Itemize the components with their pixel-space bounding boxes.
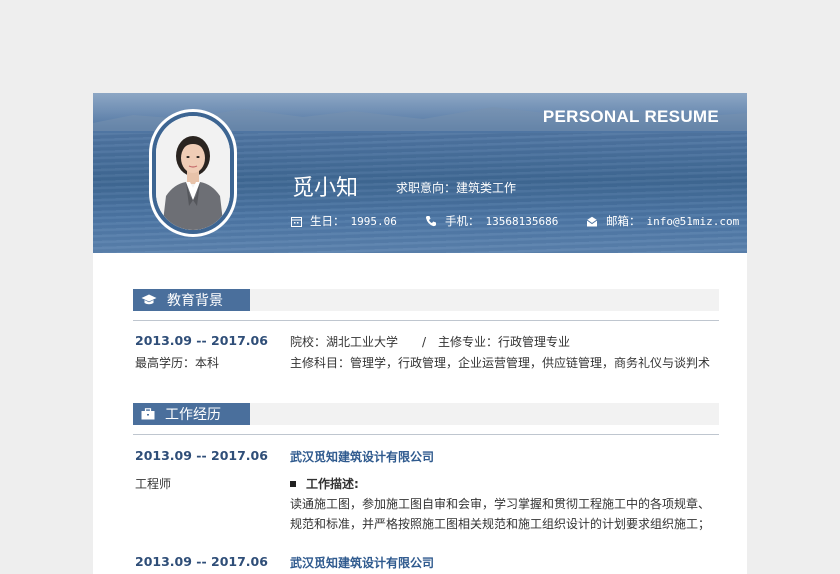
candidate-name: 觅小知 [292,176,359,201]
work-entry-1-desc-line-2: 规范和标准，并严格按照施工图相关规范和施工组织设计的计划要求组织施工； [290,517,711,531]
profile-photo-frame [149,109,237,237]
phone-info: 手机： 13568135686 [425,213,558,229]
work-divider [133,434,719,435]
work-title: 工作经历 [165,407,221,423]
birthday-info: 生日： 1995.06 [291,213,397,229]
work-entry-1-desc-line-1: 读通施工图，参加施工图自审和会审，学习掌握和贯彻工程施工中的各项规章、 [290,497,711,511]
work-entry-1-company: 武汉觅知建筑设计有限公司 [290,450,435,464]
work-entry-1-desc-heading: 工作描述: [290,475,359,492]
job-objective: 求职意向：建筑类工作 [396,181,517,195]
birthday-value: 1995.06 [350,214,397,228]
graduation-cap-icon [141,294,157,305]
briefcase-icon [141,408,155,420]
education-section-header: 教育背景 [133,289,719,311]
avatar-portrait-icon [156,116,230,230]
resume-title: PERSONAL RESUME [542,107,719,126]
work-entry-2-company: 武汉觅知建筑设计有限公司 [290,556,435,570]
education-date: 2013.09 -- 2017.06 [135,333,268,348]
education-section-label: 教育背景 [133,289,250,311]
education-degree: 最高学历：本科 [135,356,220,370]
work-entry-2-date: 2013.09 -- 2017.06 [135,554,268,569]
phone-label: 手机： [445,214,480,228]
birthday-label: 生日： [310,214,345,228]
header-banner: PERSONAL RESUME 觅小知 求职意向：建筑类工作 生日： 1995.… [93,93,747,253]
education-school: 院校：湖北工业大学 / 主修专业：行政管理专业 [290,335,571,349]
work-section-header: 工作经历 [133,403,719,425]
education-divider [133,320,719,321]
email-label: 邮箱： [606,214,641,228]
calendar-icon [291,216,302,227]
email-value: info@51miz.com [646,214,740,228]
profile-photo [156,116,230,230]
education-courses: 主修科目：管理学，行政管理，企业运营管理，供应链管理，商务礼仪与谈判术 [290,356,711,370]
work-entry-1-date: 2013.09 -- 2017.06 [135,448,268,463]
work-section-label: 工作经历 [133,403,250,425]
phone-value: 13568135686 [485,214,559,228]
work-entry-1-desc-title: 工作描述: [306,477,359,491]
mail-icon [586,216,598,226]
bullet-square-icon [290,480,296,487]
resume-page: PERSONAL RESUME 觅小知 求职意向：建筑类工作 生日： 1995.… [93,93,747,574]
education-title: 教育背景 [167,293,223,309]
work-entry-1-role: 工程师 [135,477,172,491]
email-info: 邮箱： info@51miz.com [586,213,739,229]
phone-icon [425,216,436,227]
